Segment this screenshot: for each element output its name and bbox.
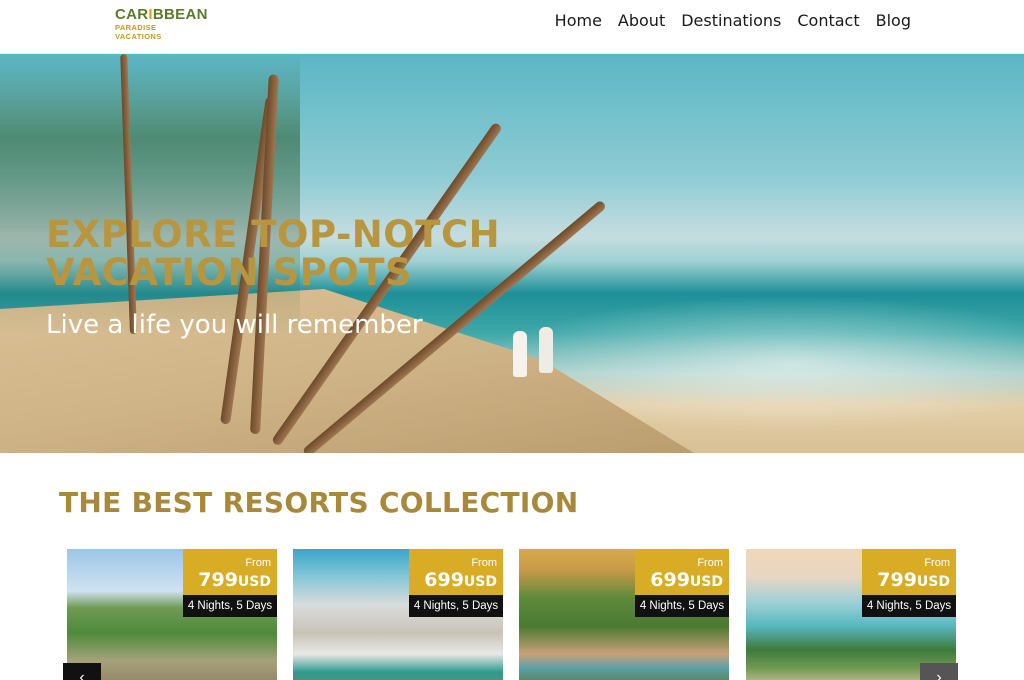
nav-about[interactable]: About <box>618 11 665 31</box>
resort-card[interactable]: From 699USD 4 Nights, 5 Days <box>293 549 503 680</box>
chevron-left-icon: ‹ <box>79 669 85 680</box>
duration-badge: 4 Nights, 5 Days <box>183 595 277 617</box>
carousel-next-button[interactable]: › <box>920 663 958 680</box>
duration-badge: 4 Nights, 5 Days <box>635 595 729 617</box>
nav-destinations[interactable]: Destinations <box>681 11 781 31</box>
nav-home[interactable]: Home <box>555 11 602 31</box>
chevron-right-icon: › <box>936 669 942 680</box>
price-value: 799USD <box>198 569 271 591</box>
hero-subtitle: Live a life you will remember <box>46 310 423 340</box>
price-badge: From 799USD <box>862 549 956 595</box>
price-value: 799USD <box>877 569 950 591</box>
duration-badge: 4 Nights, 5 Days <box>862 595 956 617</box>
hero-title: EXPLORE TOP-NOTCH VACATION SPOTS <box>46 213 501 294</box>
logo-wordmark: CARIBBEAN <box>115 6 208 23</box>
resort-card[interactable]: From 799USD 4 Nights, 5 Days <box>746 549 956 680</box>
price-from-label: From <box>471 557 497 569</box>
price-from-label: From <box>245 557 271 569</box>
resort-card[interactable]: From 799USD 4 Nights, 5 Days <box>67 549 277 680</box>
hero-banner: EXPLORE TOP-NOTCH VACATION SPOTS Live a … <box>0 54 1024 453</box>
hero-text: EXPLORE TOP-NOTCH VACATION SPOTS Live a … <box>46 213 686 341</box>
site-header: CARIBBEAN PARADISE VACATIONS Home About … <box>0 0 1024 54</box>
main-nav: Home About Destinations Contact Blog <box>555 11 911 31</box>
price-badge: From 699USD <box>409 549 503 595</box>
nav-contact[interactable]: Contact <box>797 11 859 31</box>
price-from-label: From <box>924 557 950 569</box>
logo-tagline: PARADISE VACATIONS <box>115 23 162 41</box>
brand-logo[interactable]: CARIBBEAN PARADISE VACATIONS <box>115 6 208 42</box>
price-from-label: From <box>697 557 723 569</box>
carousel-prev-button[interactable]: ‹ <box>63 663 101 680</box>
price-value: 699USD <box>650 569 723 591</box>
nav-blog[interactable]: Blog <box>876 11 911 31</box>
section-title: THE BEST RESORTS COLLECTION <box>59 486 579 519</box>
price-badge: From 799USD <box>183 549 277 595</box>
price-value: 699USD <box>424 569 497 591</box>
price-badge: From 699USD <box>635 549 729 595</box>
resort-card[interactable]: From 699USD 4 Nights, 5 Days <box>519 549 729 680</box>
duration-badge: 4 Nights, 5 Days <box>409 595 503 617</box>
